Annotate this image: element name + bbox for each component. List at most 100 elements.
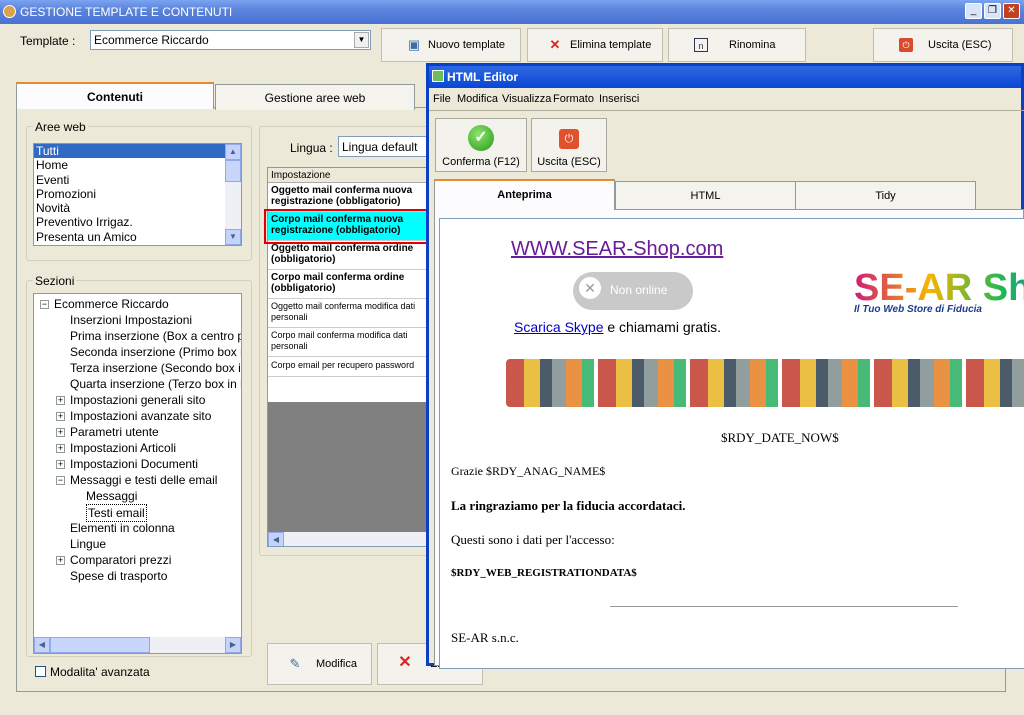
title-bar: GESTIONE TEMPLATE E CONTENUTI _ ❐ ✕ bbox=[0, 0, 1024, 24]
areas-list[interactable]: Tutti Home Eventi Promozioni Novità Preventiv… bbox=[33, 143, 242, 246]
advanced-mode-checkbox[interactable] bbox=[35, 666, 46, 677]
tree-node[interactable]: Impostazioni generali sito bbox=[70, 392, 205, 408]
area-item[interactable]: Tutti bbox=[34, 144, 225, 159]
edit-button[interactable]: ✎ Modifica bbox=[267, 643, 372, 685]
tree-node[interactable]: Ecommerce Riccardo bbox=[54, 296, 169, 312]
tree-node[interactable]: Messaggi bbox=[86, 488, 137, 504]
settings-row[interactable]: Corpo email per recupero password bbox=[268, 357, 428, 377]
areas-items: Tutti Home Eventi Promozioni Novità Preventiv… bbox=[34, 144, 241, 244]
rename-button[interactable]: n Rinomina bbox=[668, 28, 806, 62]
new-template-button[interactable]: ▣ Nuovo template bbox=[381, 28, 521, 62]
template-label: Template : bbox=[20, 34, 76, 48]
editor-title: HTML Editor bbox=[447, 70, 519, 84]
chevron-down-icon[interactable]: ▼ bbox=[354, 32, 369, 48]
skype-status-badge: ✕ Non online bbox=[573, 272, 693, 310]
tree-node[interactable]: Lingue bbox=[70, 536, 106, 552]
date-placeholder: $RDY_DATE_NOW$ bbox=[721, 430, 839, 445]
tree-node[interactable]: Terza inserzione (Secondo box i bbox=[70, 360, 241, 376]
expand-icon[interactable]: + bbox=[56, 444, 65, 453]
scroll-thumb[interactable] bbox=[225, 160, 241, 182]
expand-icon[interactable]: + bbox=[56, 396, 65, 405]
scroll-up-icon[interactable]: ▲ bbox=[225, 144, 241, 160]
advanced-mode-label: Modalita' avanzata bbox=[50, 665, 150, 679]
menu-inserisci[interactable]: Inserisci bbox=[599, 93, 639, 105]
tree-node[interactable]: Spese di trasporto bbox=[70, 568, 167, 584]
delete-template-button[interactable]: ✕ Elimina template bbox=[527, 28, 663, 62]
minimize-button[interactable]: _ bbox=[965, 3, 982, 19]
collapse-icon[interactable]: − bbox=[56, 476, 65, 485]
scroll-left-icon[interactable]: ◀ bbox=[34, 637, 50, 653]
settings-header: Impostazione bbox=[268, 168, 428, 183]
tree-node[interactable]: Elementi in colonna bbox=[70, 520, 175, 536]
preview-pane: WWW.SEAR-Shop.com ✕ Non online Scarica S… bbox=[439, 218, 1024, 669]
tools-banner bbox=[506, 359, 1024, 407]
tree-node[interactable]: Impostazioni avanzate sito bbox=[70, 408, 211, 424]
tree-node[interactable]: Comparatori prezzi bbox=[70, 552, 171, 568]
area-item[interactable]: Eventi bbox=[34, 173, 225, 187]
settings-row[interactable]: Corpo mail conferma modifica dati person… bbox=[268, 328, 428, 357]
expand-icon[interactable]: + bbox=[56, 428, 65, 437]
tree-hscrollbar[interactable]: ◀ ▶ bbox=[34, 637, 241, 653]
skype-link[interactable]: Scarica Skype bbox=[514, 319, 603, 335]
tab-gestione-aree-web[interactable]: Gestione aree web bbox=[215, 84, 415, 110]
tree-node[interactable]: Impostazioni Articoli bbox=[70, 440, 176, 456]
window-title: GESTIONE TEMPLATE E CONTENUTI bbox=[20, 5, 233, 19]
settings-row[interactable]: Oggetto mail conferma nuova registrazion… bbox=[268, 183, 428, 212]
area-item[interactable]: Novità bbox=[34, 201, 225, 215]
tree-scroll-thumb[interactable] bbox=[50, 637, 150, 653]
menu-file[interactable]: File bbox=[433, 93, 451, 105]
expand-icon[interactable]: + bbox=[56, 412, 65, 421]
areas-scrollbar[interactable]: ▲ ▼ bbox=[225, 144, 241, 245]
expand-icon[interactable]: + bbox=[56, 460, 65, 469]
tree-node[interactable]: Quarta inserzione (Terzo box in b bbox=[70, 376, 241, 392]
menu-formato[interactable]: Formato bbox=[553, 93, 594, 105]
company-name: SE-AR s.n.c. bbox=[451, 630, 519, 645]
scroll-left-icon[interactable]: ◀ bbox=[268, 532, 284, 546]
scroll-right-icon[interactable]: ▶ bbox=[225, 637, 241, 653]
template-select[interactable]: Ecommerce Riccardo ▼ bbox=[90, 30, 371, 50]
sections-tree[interactable]: − Ecommerce Riccardo Inserzioni Impostazio… bbox=[33, 293, 242, 654]
menu-visualizza[interactable]: Visualizza bbox=[502, 93, 551, 105]
editor-exit-button[interactable]: ⏻ Uscita (ESC) bbox=[531, 118, 607, 172]
settings-row[interactable]: Oggetto mail conferma modifica dati pers… bbox=[268, 299, 428, 328]
area-item[interactable]: Preventivo Irrigaz. bbox=[34, 215, 225, 229]
restore-button[interactable]: ❐ bbox=[984, 3, 1001, 19]
close-button[interactable]: ✕ bbox=[1003, 3, 1020, 19]
scroll-down-icon[interactable]: ▼ bbox=[225, 229, 241, 245]
tab-html[interactable]: HTML bbox=[615, 181, 796, 210]
menu-modifica[interactable]: Modifica bbox=[457, 93, 498, 105]
registration-data: $RDY_WEB_REGISTRATIONDATA$ bbox=[451, 567, 637, 579]
app-icon bbox=[3, 5, 16, 18]
power-icon: ⏻ bbox=[559, 129, 579, 149]
tab-tidy[interactable]: Tidy bbox=[795, 181, 976, 210]
tree-node[interactable]: Inserzioni Impostazioni bbox=[70, 312, 192, 328]
tree-node[interactable]: Messaggi e testi delle email bbox=[70, 472, 217, 488]
tree-node[interactable]: Parametri utente bbox=[70, 424, 159, 440]
expand-icon[interactable]: + bbox=[56, 556, 65, 565]
area-item[interactable]: Promozioni bbox=[34, 187, 225, 201]
delete-icon: ✕ bbox=[549, 37, 561, 52]
settings-row[interactable]: Corpo mail conferma ordine (obbligatorio… bbox=[268, 270, 428, 299]
greeting: Grazie $RDY_ANAG_NAME$ bbox=[451, 464, 606, 478]
areas-label: Aree web bbox=[33, 120, 88, 134]
tree-node[interactable]: Prima inserzione (Box a centro pa bbox=[70, 328, 241, 344]
edit-icon: ✎ bbox=[289, 656, 301, 671]
area-item[interactable]: Home bbox=[34, 158, 225, 172]
divider-line bbox=[610, 606, 958, 607]
language-select[interactable]: Lingua default bbox=[338, 136, 438, 157]
exit-button[interactable]: ⏻ Uscita (ESC) bbox=[873, 28, 1013, 62]
confirm-button[interactable]: ✓ Conferma (F12) bbox=[435, 118, 527, 172]
highlight-box bbox=[264, 209, 430, 244]
tree-node[interactable]: Seconda inserzione (Primo box i bbox=[70, 344, 241, 360]
grid-hscrollbar[interactable]: ◀ bbox=[268, 532, 428, 546]
site-link[interactable]: WWW.SEAR-Shop.com bbox=[511, 238, 723, 261]
area-item[interactable]: Presenta un Amico bbox=[34, 230, 225, 244]
settings-row[interactable]: Oggetto mail conferma ordine (obbligator… bbox=[268, 241, 428, 270]
tree-node[interactable]: Impostazioni Documenti bbox=[70, 456, 198, 472]
checkmark-icon: ✓ bbox=[468, 125, 494, 151]
rename-icon: n bbox=[694, 38, 708, 52]
collapse-icon[interactable]: − bbox=[40, 300, 49, 309]
tab-anteprima[interactable]: Anteprima bbox=[434, 179, 615, 210]
tab-contenuti[interactable]: Contenuti bbox=[16, 82, 214, 109]
language-label: Lingua : bbox=[290, 141, 333, 155]
